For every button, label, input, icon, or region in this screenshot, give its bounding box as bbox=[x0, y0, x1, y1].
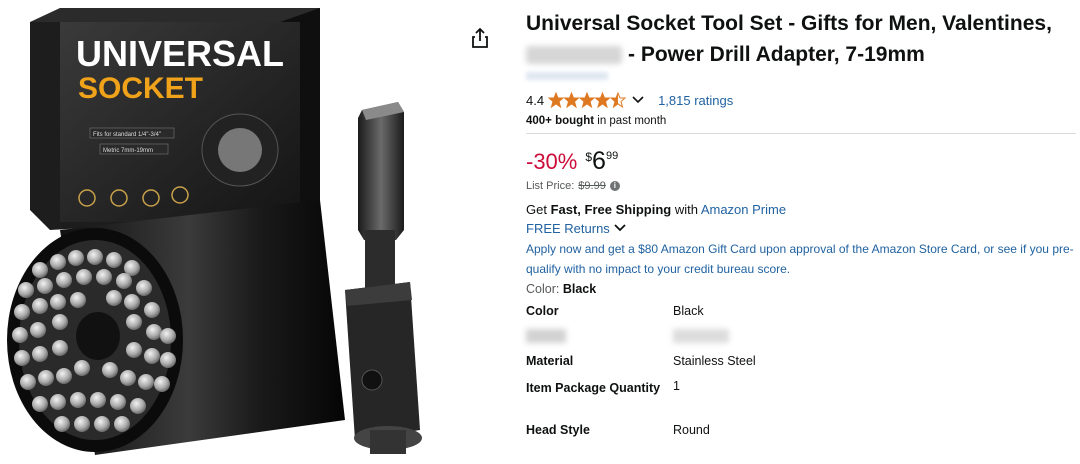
shipping-prefix: Get bbox=[526, 202, 551, 217]
bought-count: 400+ bought bbox=[526, 115, 595, 127]
spec-value: Stainless Steel bbox=[673, 354, 756, 368]
rating-value: 4.4 bbox=[526, 92, 545, 108]
shipping-bold: Fast, Free Shipping bbox=[550, 202, 672, 217]
product-title-part2: - Power Drill Adapter, 7-19mm bbox=[628, 43, 925, 66]
store-card-offer-link[interactable]: Apply now and get a $80 Amazon Gift Card… bbox=[526, 239, 1074, 279]
spec-key: Item Package Quantity bbox=[526, 381, 661, 395]
spec-value: Round bbox=[673, 423, 710, 437]
blurred-spec-value bbox=[673, 329, 729, 343]
free-returns-label: FREE Returns bbox=[526, 221, 610, 236]
ratings-count-link[interactable]: 1,815 ratings bbox=[658, 93, 733, 108]
color-value: Black bbox=[562, 282, 597, 296]
chevron-down-icon bbox=[614, 221, 626, 236]
spec-row: Color Black bbox=[526, 304, 756, 329]
price-whole: 6 bbox=[592, 147, 606, 175]
rating-row: 4.4 1,815 ratings bbox=[526, 90, 1078, 110]
amazon-prime-link[interactable]: Amazon Prime bbox=[701, 202, 786, 217]
blurred-brand-link bbox=[526, 72, 608, 80]
box-spec-2: Metric 7mm-19mm bbox=[103, 148, 153, 154]
spec-key: Head Style bbox=[526, 423, 590, 437]
product-specs-table: Color Black Material Stainless Steel Ite… bbox=[526, 304, 756, 448]
spec-row-blurred bbox=[526, 329, 756, 354]
price-row: -30% $ 6 99 bbox=[526, 146, 1078, 180]
star-rating[interactable] bbox=[548, 92, 627, 108]
blurred-spec-key bbox=[526, 329, 566, 343]
price: $ 6 99 bbox=[585, 146, 618, 176]
blurred-title-text bbox=[526, 46, 622, 65]
spec-key: Material bbox=[526, 354, 574, 368]
free-returns[interactable]: FREE Returns bbox=[526, 221, 1078, 236]
share-icon[interactable] bbox=[468, 26, 492, 50]
shipping-mid: with bbox=[671, 202, 701, 217]
list-price-value: $9.99 bbox=[578, 180, 606, 192]
product-title-part1: Universal Socket Tool Set - Gifts for Me… bbox=[526, 12, 1052, 35]
spec-key: Color bbox=[526, 304, 559, 318]
list-price-label: List Price: bbox=[526, 180, 575, 192]
price-symbol: $ bbox=[585, 150, 593, 164]
bought-text: in past month bbox=[594, 115, 667, 127]
chevron-down-icon[interactable] bbox=[632, 93, 644, 108]
star-icon bbox=[548, 92, 627, 108]
spec-row: Material Stainless Steel bbox=[526, 354, 756, 379]
price-fraction: 99 bbox=[605, 150, 619, 162]
product-photo: UNIVERSAL SOCKET Fits for standard 1/4"-… bbox=[7, 8, 422, 455]
bought-in-past-month: 400+ bought in past month bbox=[526, 115, 1078, 127]
product-details: Universal Socket Tool Set - Gifts for Me… bbox=[526, 8, 1078, 448]
discount-percent: -30% bbox=[526, 149, 578, 174]
spec-value: Black bbox=[673, 304, 704, 318]
spec-row: Item Package Quantity 1 bbox=[526, 379, 756, 423]
list-price: List Price: $9.99 i bbox=[526, 180, 1078, 192]
product-title: Universal Socket Tool Set - Gifts for Me… bbox=[526, 8, 1078, 70]
selected-color: Color: Black bbox=[526, 282, 1078, 296]
divider bbox=[526, 133, 1076, 134]
info-icon[interactable]: i bbox=[609, 181, 620, 191]
spec-row: Head Style Round bbox=[526, 423, 756, 448]
product-image[interactable]: UNIVERSAL SOCKET Fits for standard 1/4"-… bbox=[0, 0, 460, 464]
box-title-line1: UNIVERSAL bbox=[76, 33, 284, 74]
color-label: Color: bbox=[526, 282, 560, 296]
box-title-line2: SOCKET bbox=[78, 72, 203, 105]
box-spec-1: Fits for standard 1/4"-3/4" bbox=[93, 132, 161, 138]
shipping-info: Get Fast, Free Shipping with Amazon Prim… bbox=[526, 202, 1078, 217]
spec-value: 1 bbox=[673, 379, 680, 393]
